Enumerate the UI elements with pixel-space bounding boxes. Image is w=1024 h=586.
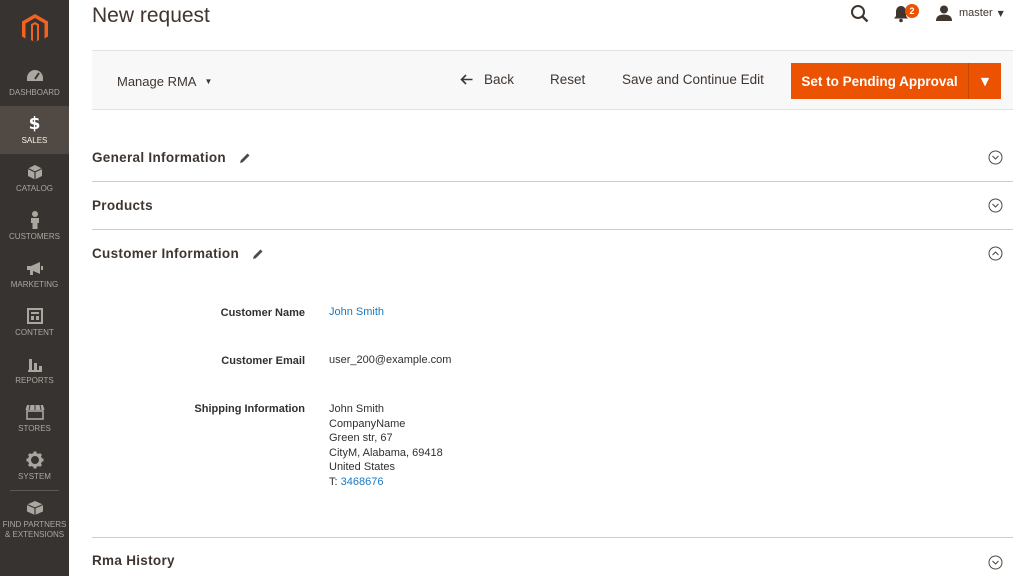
- shipping-information-label: Shipping Information: [194, 403, 305, 415]
- user-menu[interactable]: master ▼: [936, 3, 1004, 23]
- customer-name-link[interactable]: John Smith: [329, 305, 384, 320]
- phone-link[interactable]: 3468676: [341, 476, 384, 488]
- pencil-icon[interactable]: [239, 152, 251, 164]
- section-general-information[interactable]: General Information: [92, 134, 1013, 182]
- page-actions-bar: Manage RMA ▼ Back Reset Save and Continu…: [92, 50, 1013, 110]
- arrow-left-icon: [460, 74, 473, 85]
- sidebar-item-catalog[interactable]: CATALOG: [0, 154, 69, 202]
- section-title: Rma History: [92, 553, 175, 568]
- back-button[interactable]: Back: [460, 72, 514, 87]
- reset-button[interactable]: Reset: [550, 72, 585, 87]
- address-line: CompanyName: [329, 417, 406, 430]
- person-icon: [29, 210, 41, 230]
- sidebar-item-reports[interactable]: REPORTS: [0, 346, 69, 394]
- manage-rma-dropdown[interactable]: Manage RMA ▼: [117, 74, 212, 89]
- customer-email-value: user_200@example.com: [329, 354, 452, 366]
- section-customer-information[interactable]: Customer Information: [92, 230, 1013, 278]
- sidebar-item-marketing[interactable]: MARKETING: [0, 250, 69, 298]
- sidebar-item-customers[interactable]: CUSTOMERS: [0, 202, 69, 250]
- chevron-down-circle-icon[interactable]: [988, 198, 1003, 213]
- address-line: John Smith: [329, 403, 385, 415]
- magento-logo-icon: [21, 14, 48, 43]
- user-name: master: [959, 7, 993, 19]
- set-pending-approval-button[interactable]: Set to Pending Approval: [791, 63, 968, 99]
- chevron-down-circle-icon[interactable]: [988, 150, 1003, 165]
- notification-count-badge[interactable]: 2: [905, 4, 919, 18]
- sidebar-item-find-partners[interactable]: FIND PARTNERS & EXTENSIONS: [0, 494, 69, 544]
- split-dropdown-toggle[interactable]: ▼: [968, 63, 1001, 99]
- set-pending-approval-button-group: Set to Pending Approval ▼: [791, 63, 1001, 99]
- box-icon: [26, 498, 44, 518]
- section-title: Products: [92, 198, 153, 213]
- address-line: CityM, Alabama, 69418: [329, 446, 443, 459]
- page-title: New request: [92, 4, 210, 27]
- sidebar-item-sales[interactable]: $ SALES: [0, 106, 69, 154]
- dollar-icon: $: [28, 113, 41, 134]
- customer-email-label: Customer Email: [221, 355, 305, 367]
- phone-prefix: T:: [329, 475, 341, 488]
- address-line: United States: [329, 461, 396, 474]
- bar-chart-icon: [27, 354, 43, 374]
- layout-icon: [26, 306, 43, 326]
- section-rma-history[interactable]: Rma History: [92, 538, 1013, 586]
- address-line: Green str, 67: [329, 432, 393, 445]
- chevron-down-icon: ▼: [997, 8, 1004, 18]
- chevron-down-icon: ▼: [204, 77, 213, 86]
- sidebar-item-stores[interactable]: STORES: [0, 394, 69, 442]
- megaphone-icon: [26, 258, 44, 278]
- customer-name-label: Customer Name: [220, 307, 305, 319]
- magento-logo[interactable]: [0, 0, 69, 58]
- section-title: General Information: [92, 150, 226, 165]
- sidebar-item-content[interactable]: CONTENT: [0, 298, 69, 346]
- admin-sidebar: DASHBOARD $ SALES CATALOG CUSTOMERS MARK…: [0, 0, 69, 576]
- section-title: Customer Information: [92, 246, 240, 261]
- user-icon: [936, 5, 952, 21]
- back-label: Back: [484, 72, 515, 87]
- sidebar-divider: [10, 490, 59, 491]
- sidebar-item-dashboard[interactable]: DASHBOARD: [0, 58, 69, 106]
- chevron-up-circle-icon[interactable]: [988, 246, 1003, 261]
- storefront-icon: [25, 402, 45, 422]
- gear-icon: [26, 450, 44, 470]
- sidebar-item-system[interactable]: SYSTEM: [0, 442, 69, 490]
- triangle-down-icon: ▼: [980, 74, 990, 88]
- dashboard-icon: [26, 66, 44, 86]
- shipping-address: John Smith CompanyName Green str, 67 Cit…: [329, 402, 443, 490]
- address-phone-line: T: 3468676: [329, 475, 443, 490]
- search-icon[interactable]: [850, 4, 870, 24]
- cube-icon: [27, 162, 43, 182]
- pencil-icon[interactable]: [252, 248, 264, 260]
- save-continue-button[interactable]: Save and Continue Edit: [622, 72, 764, 87]
- manage-rma-label: Manage RMA: [117, 74, 197, 89]
- section-products[interactable]: Products: [92, 182, 1013, 230]
- chevron-down-circle-icon[interactable]: [988, 555, 1003, 570]
